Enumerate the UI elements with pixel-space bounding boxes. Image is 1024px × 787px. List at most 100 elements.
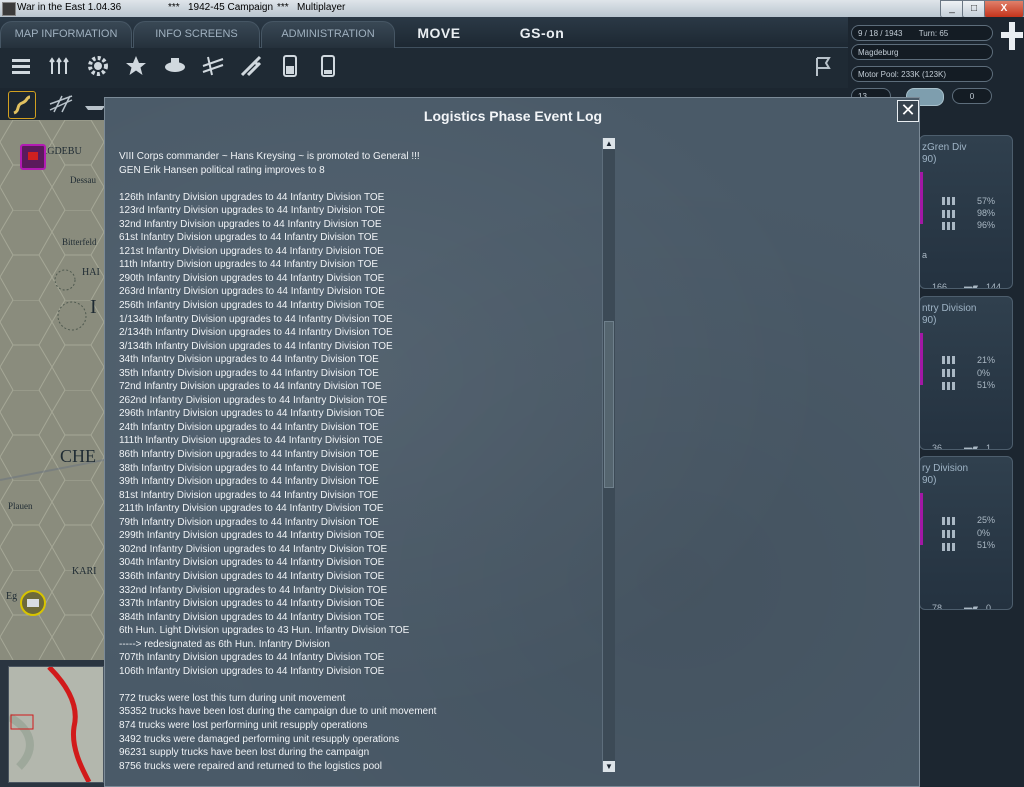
artillery-icon[interactable] bbox=[238, 53, 264, 79]
log-line: 79th Infantry Division upgrades to 44 In… bbox=[119, 516, 379, 528]
tab-map-information[interactable]: MAP INFORMATION bbox=[0, 21, 132, 48]
unit-stat-percent: 98% bbox=[977, 208, 996, 218]
log-line: 772 trucks were lost this turn during un… bbox=[119, 692, 346, 704]
log-line: 874 trucks were lost performing unit res… bbox=[119, 719, 368, 731]
log-line: 384th Infantry Division upgrades to 44 I… bbox=[119, 611, 385, 623]
path-icon[interactable] bbox=[8, 91, 36, 119]
flag-icon[interactable] bbox=[810, 53, 836, 79]
log-line: 96231 supply trucks have been lost durin… bbox=[119, 747, 370, 759]
close-window-button[interactable]: X bbox=[984, 0, 1024, 18]
layers-icon[interactable] bbox=[8, 53, 34, 79]
scroll-up-arrow-icon[interactable]: ▲ bbox=[603, 138, 615, 149]
bars-icon bbox=[942, 517, 956, 525]
unit-card-subtitle: 90) bbox=[922, 475, 937, 486]
bars-icon bbox=[942, 382, 956, 390]
motor-pool-field: Motor Pool: 233K (123K) bbox=[851, 66, 993, 82]
minimize-button[interactable]: _ bbox=[940, 0, 964, 18]
map-label: Dessau bbox=[70, 175, 96, 185]
log-line: 3492 trucks were damaged performing unit… bbox=[119, 733, 400, 745]
log-line: 81st Infantry Division upgrades to 44 In… bbox=[119, 489, 379, 501]
tank-count: 0 bbox=[986, 603, 992, 610]
bars-icon bbox=[942, 543, 956, 551]
game-mode: Multiplayer bbox=[297, 2, 346, 13]
map-label: I bbox=[90, 296, 97, 318]
tank-icon: ▬▰ bbox=[964, 282, 979, 289]
unit-card-marker bbox=[920, 493, 923, 545]
log-line: 61st Infantry Division upgrades to 44 In… bbox=[119, 232, 379, 244]
toolbar bbox=[0, 48, 848, 88]
close-dialog-button[interactable]: ✕ bbox=[897, 100, 919, 122]
log-line: GEN Erik Hansen political rating improve… bbox=[119, 164, 325, 176]
rail-icon[interactable] bbox=[48, 91, 74, 117]
map-label: Eg bbox=[6, 591, 18, 602]
map-label: HAI bbox=[82, 267, 100, 278]
unit-stat-percent: 0% bbox=[977, 528, 991, 538]
log-line: 299th Infantry Division upgrades to 44 I… bbox=[119, 530, 385, 542]
tank-icon: ▬▰ bbox=[964, 443, 979, 450]
map-label: CHE bbox=[60, 446, 96, 466]
scrollbar-thumb[interactable] bbox=[604, 321, 614, 488]
log-line: 24th Infantry Division upgrades to 44 In… bbox=[119, 421, 379, 433]
bars-icon bbox=[942, 210, 956, 218]
minimap[interactable] bbox=[0, 660, 104, 787]
gs-toggle-button[interactable]: GS-on bbox=[500, 21, 584, 47]
map-view[interactable]: AGDEBU Dessau Bitterfeld HAI I CHE Plaue… bbox=[0, 120, 104, 660]
log-line: 296th Infantry Division upgrades to 44 I… bbox=[119, 408, 385, 420]
log-spacer bbox=[119, 678, 599, 692]
move-mode-button[interactable]: MOVE bbox=[398, 21, 480, 47]
log-line: 32nd Infantry Division upgrades to 44 In… bbox=[119, 218, 382, 230]
unit-card-title: ntry Division bbox=[922, 303, 977, 314]
tank-icon: ▬▰ bbox=[964, 603, 979, 610]
log-line: 290th Infantry Division upgrades to 44 I… bbox=[119, 272, 385, 284]
app-title: War in the East 1.04.36 bbox=[17, 2, 122, 13]
map-label: Bitterfeld bbox=[62, 237, 97, 247]
men-count: 36 bbox=[932, 443, 943, 450]
log-line: 39th Infantry Division upgrades to 44 In… bbox=[119, 476, 379, 488]
unit-card-marker bbox=[920, 172, 923, 224]
log-line: VIII Corps commander ~ Hans Kreysing ~ i… bbox=[119, 151, 420, 162]
unit-arrows-icon[interactable] bbox=[46, 53, 72, 79]
logistics-event-log-dialog: Logistics Phase Event Log ✕ VIII Corps c… bbox=[104, 97, 920, 787]
unit-card[interactable]: ntry Division 90) 21% 0% 51% 36 ▬▰ 1 bbox=[919, 296, 1013, 450]
bars-icon bbox=[942, 530, 956, 538]
unit-card[interactable]: ry Division 90) 25% 0% 51% 78 ▬▰ 0 bbox=[919, 456, 1013, 610]
counter-right: 0 bbox=[952, 88, 992, 104]
bars-icon bbox=[942, 222, 956, 230]
log-line: 126th Infantry Division upgrades to 44 I… bbox=[119, 191, 385, 203]
unit-stat-percent: 96% bbox=[977, 220, 996, 230]
fuel-icon[interactable] bbox=[277, 53, 303, 79]
log-line: 6th Hun. Light Division upgrades to 43 H… bbox=[119, 625, 410, 637]
window-title-bar: War in the East 1.04.36 *** 1942-45 Camp… bbox=[0, 0, 1024, 18]
tab-info-screens[interactable]: INFO SCREENS bbox=[133, 21, 260, 48]
map-label: KARI bbox=[72, 566, 97, 577]
hq-icon[interactable] bbox=[162, 53, 188, 79]
app-icon bbox=[2, 2, 16, 16]
log-line: 332nd Infantry Division upgrades to 44 I… bbox=[119, 584, 388, 596]
minimap-front-line bbox=[9, 667, 92, 782]
scroll-down-arrow-icon[interactable]: ▼ bbox=[603, 761, 615, 772]
log-line: 35th Infantry Division upgrades to 44 In… bbox=[119, 367, 379, 379]
log-line: 34th Infantry Division upgrades to 44 In… bbox=[119, 354, 379, 366]
log-line: 707th Infantry Division upgrades to 44 I… bbox=[119, 652, 385, 664]
unit-card[interactable]: zGren Div 90) 57% 98% 96% a 166 ▬▰ 144 bbox=[919, 135, 1013, 289]
log-line: 106th Infantry Division upgrades to 44 I… bbox=[119, 665, 385, 677]
date-turn-field: 9 / 18 / 1943 Turn: 65 bbox=[851, 25, 993, 41]
star-icon[interactable] bbox=[123, 53, 149, 79]
campaign-name: 1942-45 Campaign bbox=[188, 2, 274, 13]
gear-icon[interactable] bbox=[85, 53, 111, 79]
minimap-view[interactable] bbox=[8, 666, 104, 783]
unit-stat-percent: 21% bbox=[977, 355, 996, 365]
log-line: 211th Infantry Division upgrades to 44 I… bbox=[119, 503, 384, 515]
supply-icon[interactable] bbox=[315, 53, 341, 79]
tab-administration[interactable]: ADMINISTRATION bbox=[261, 21, 395, 48]
log-line: -----> redesignated as 6th Hun. Infantry… bbox=[119, 638, 330, 650]
log-scrollbar[interactable]: ▲ ▼ bbox=[602, 138, 615, 772]
unit-counter-yellow[interactable] bbox=[20, 590, 46, 616]
men-count: 166 bbox=[932, 282, 948, 289]
maximize-button[interactable]: □ bbox=[962, 0, 986, 18]
unit-stat-percent: 0% bbox=[977, 368, 991, 378]
event-log-list[interactable]: VIII Corps commander ~ Hans Kreysing ~ i… bbox=[119, 150, 599, 780]
log-line: 302nd Infantry Division upgrades to 44 I… bbox=[119, 543, 388, 555]
unit-counter-magenta[interactable] bbox=[20, 144, 46, 170]
air-icon[interactable] bbox=[200, 53, 226, 79]
